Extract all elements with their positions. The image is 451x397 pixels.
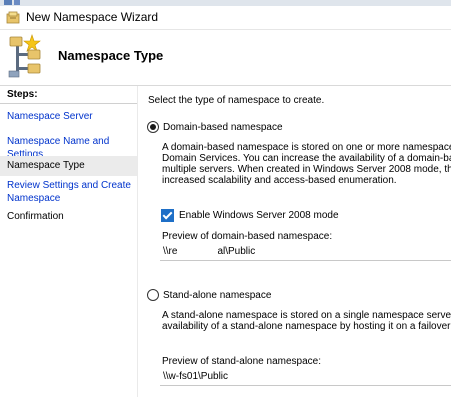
steps-heading: Steps: [7,89,38,100]
enable-2008-mode-checkbox[interactable] [161,209,174,222]
domain-description-line: Domain Services. You can increase the av… [162,153,451,164]
domain-preview-suffix: al\Public [217,246,256,257]
title-bar: New Namespace Wizard [0,6,451,30]
step-namespace-server[interactable]: Namespace Server [7,110,135,123]
namespace-wizard-icon [6,11,20,24]
step-namespace-type: Namespace Type [0,156,137,176]
domain-preview-field: \\re al\Public [160,244,451,261]
stand-alone-label[interactable]: Stand-alone namespace [163,290,271,301]
step-review-settings[interactable]: Review Settings and Create Namespace [7,179,135,205]
domain-preview-label: Preview of domain-based namespace: [162,231,333,242]
steps-divider [0,103,137,104]
enable-2008-mode-label[interactable]: Enable Windows Server 2008 mode [179,210,339,221]
stand-alone-radio[interactable] [147,289,159,301]
wizard-header: Namespace Type [0,30,451,86]
namespace-tree-icon [8,34,41,78]
step-confirmation: Confirmation [7,211,64,222]
standalone-preview-field: \\w-fs01\Public [160,369,451,386]
domain-description-line: increased scalability and access-based e… [162,175,397,186]
taskbar-icon [14,0,20,5]
standalone-preview-label: Preview of stand-alone namespace: [162,356,321,367]
domain-based-radio[interactable] [147,121,159,133]
steps-sidebar: Steps: Namespace Server Namespace Name a… [0,86,138,397]
main-content: Select the type of namespace to create. … [138,86,451,397]
domain-preview-prefix: \\re [163,246,178,257]
page-title: Namespace Type [58,48,164,63]
window-title: New Namespace Wizard [26,10,159,24]
domain-description-line: A domain-based namespace is stored on on… [162,142,451,153]
standalone-description-line: availability of a stand-alone namespace … [162,321,451,332]
standalone-description-line: A stand-alone namespace is stored on a s… [162,310,451,321]
domain-based-label[interactable]: Domain-based namespace [163,122,283,133]
intro-text: Select the type of namespace to create. [148,95,325,106]
domain-description-line: multiple servers. When created in Window… [162,164,451,175]
taskbar-icon [4,0,12,5]
